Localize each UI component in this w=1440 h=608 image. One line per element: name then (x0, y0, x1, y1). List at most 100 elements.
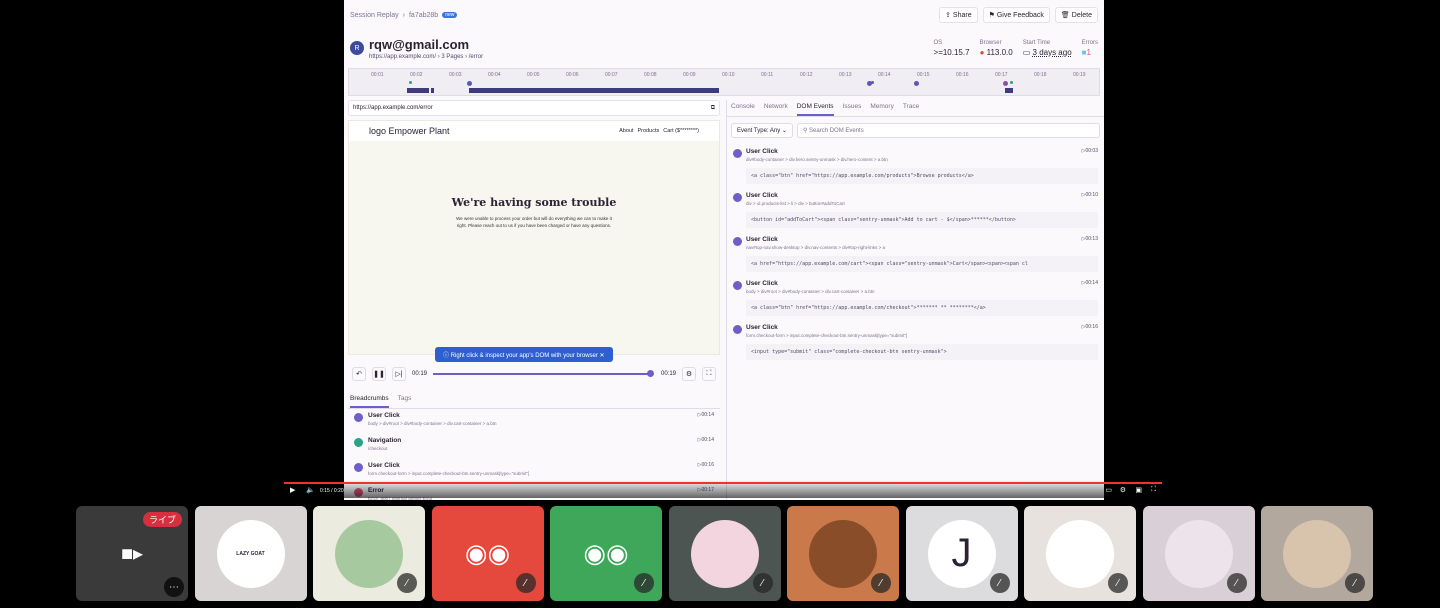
timeline-tick: 00:12 (800, 72, 813, 78)
search-dom-events-input[interactable]: ⚲ Search DOM Events (796, 123, 1100, 138)
participant-tile[interactable]: ◉◉ ⁄ (550, 506, 662, 601)
devtab[interactable]: Memory (870, 103, 893, 116)
food-avatar (809, 519, 877, 588)
event-time[interactable]: ▷00:03 (1082, 148, 1098, 155)
fullscreen-icon[interactable]: ⛶ (702, 367, 716, 381)
rewind-icon[interactable]: ↶ (352, 367, 366, 381)
pause-icon[interactable]: ❚❚ (372, 367, 386, 381)
timeline-tick: 00:15 (917, 72, 930, 78)
devtab[interactable]: Issues (843, 103, 862, 116)
timeline-event[interactable] (914, 81, 919, 86)
replay-url-bar: https://app.example.com/error ⧉ (348, 100, 720, 116)
dom-event[interactable]: User Click ▷00:13 nav#top-nav.show-desktop… (727, 232, 1104, 276)
top-bar: Session Replay › fa7ab28b new ⇪ Share ⚑ G… (344, 0, 1104, 30)
timeline-tick: 00:07 (605, 72, 618, 78)
event-time[interactable]: ▷00:13 (1082, 236, 1098, 243)
event-title: User Click (746, 236, 778, 243)
breadcrumb-item[interactable]: User Click body > div#root > div#body-con… (348, 409, 720, 434)
event-code: <a href="https://app.example.com/cart"><… (746, 256, 1098, 272)
timeline[interactable]: 00:01 00:02 00:03 00:04 00:05 00:06 00:07 00:08… (348, 68, 1100, 96)
participant-tiles: ライブ ■▸ ⋯ LAZY GOAT ⁄ ◉◉ ⁄ ◉◉ ⁄ ⁄ ⁄ J ⁄ ⁄ ⁄ ⁄ (76, 506, 1373, 601)
timeline-event[interactable] (409, 81, 412, 84)
event-selector: div#body-container > div.hero.sentry-unm… (746, 157, 888, 162)
timeline-tick: 00:14 (878, 72, 891, 78)
tab-tags[interactable]: Tags (398, 395, 412, 408)
volume-icon[interactable]: 🔈 (306, 486, 315, 494)
progress-slider[interactable] (433, 370, 654, 377)
close-icon[interactable]: ✕ (600, 353, 605, 359)
event-time-label: 00:10 (1085, 192, 1098, 198)
breadcrumb-item[interactable]: Navigation/checkout ▷00:14 (348, 434, 720, 459)
mouse-avatar (1164, 519, 1233, 588)
participant-tile[interactable]: ⁄ (1261, 506, 1373, 601)
pages-count[interactable]: 3 Pages (441, 54, 463, 60)
timeline-event[interactable] (1010, 81, 1013, 84)
turtle-avatar (335, 519, 403, 588)
browser-label: Browser (979, 39, 1002, 46)
dom-event[interactable]: User Click ▷00:10 div > ul.products-list >… (727, 188, 1104, 232)
participant-tile[interactable]: ⁄ (787, 506, 899, 601)
fullscreen-icon[interactable]: ⛶ (1151, 486, 1156, 494)
settings-icon[interactable]: ⚙ (1120, 486, 1126, 494)
screen-share[interactable]: Session Replay › fa7ab28b new ⇪ Share ⚑ G… (344, 0, 1104, 500)
dom-event[interactable]: User Click ▷00:16 form.checkout-form > inp… (727, 320, 1104, 364)
site-logo: logo Empower Plant (369, 126, 450, 136)
devtab[interactable]: Console (731, 103, 755, 116)
event-code: <input type="submit" class="complete-che… (746, 344, 1098, 360)
devtab[interactable]: Network (764, 103, 788, 116)
dom-event[interactable]: User Click ▷00:03 div#body-container > div… (727, 144, 1104, 188)
crumb-time[interactable]: ▷00:14 (698, 412, 714, 431)
participant-tile[interactable]: ⁄ (668, 506, 781, 601)
participant-tile[interactable]: J ⁄ (905, 506, 1018, 601)
crumb-title: User Click (368, 412, 400, 419)
user-url[interactable]: https://app.example.com/ (369, 54, 436, 60)
os-value: >=10.15.7 (933, 47, 970, 57)
timeline-tick: 00:09 (683, 72, 696, 78)
crumb-time[interactable]: ▷00:16 (698, 462, 714, 481)
video-progress[interactable] (284, 482, 1162, 484)
dom-event[interactable]: User Click ▷00:14 body > div#root > div#bo… (727, 276, 1104, 320)
event-type-label: Event Type: Any (737, 128, 781, 134)
devtab[interactable]: Trace (903, 103, 919, 116)
nav-products: Products (637, 128, 660, 134)
live-badge: ライブ (142, 512, 182, 527)
event-selector: body > div#root > div#body-container > d… (746, 289, 875, 294)
breadcrumb-root[interactable]: Session Replay (350, 12, 399, 19)
participant-tile[interactable]: ⁄ (313, 506, 425, 601)
participant-tile[interactable]: ⁄ (1142, 506, 1255, 601)
event-time[interactable]: ▷00:14 (1082, 280, 1098, 287)
event-icon (354, 413, 363, 422)
crumb-title: User Click (368, 462, 400, 469)
timeline-event[interactable] (467, 81, 472, 86)
replay-viewport[interactable]: logo Empower Plant About Products Cart ($*… (348, 120, 720, 362)
more-icon[interactable]: ⋯ (164, 577, 184, 597)
goat-label: LAZY GOAT (236, 550, 265, 557)
event-type-select[interactable]: Event Type: Any ⌄ (731, 123, 793, 138)
errors-value: 1 (1086, 47, 1091, 57)
captions-icon[interactable]: ▭ (1105, 486, 1112, 494)
participant-tile[interactable]: LAZY GOAT (194, 506, 307, 601)
muted-icon: ⁄ (397, 573, 417, 593)
play-icon[interactable]: ▶ (290, 486, 295, 494)
timeline-event[interactable] (867, 81, 872, 86)
event-time[interactable]: ▷00:16 (1082, 324, 1098, 331)
share-button[interactable]: ⇪ Share (939, 7, 978, 23)
flower-avatar (690, 519, 759, 588)
stream-tile[interactable]: ライブ ■▸ ⋯ (76, 506, 188, 601)
crumb-selector: body > div#root > div#body-container > d… (368, 421, 497, 426)
crumb-time[interactable]: ▷00:14 (698, 437, 714, 456)
tab-breadcrumbs[interactable]: Breadcrumbs (350, 395, 389, 408)
participant-tile[interactable]: ◉◉ ⁄ (431, 506, 544, 601)
devtab[interactable]: DOM Events (796, 103, 834, 116)
event-time[interactable]: ▷00:10 (1082, 192, 1098, 199)
timeline-event[interactable] (1003, 81, 1008, 86)
event-selector: div > ul.products-list > li > div > butt… (746, 201, 845, 206)
skip-icon[interactable]: ▷| (392, 367, 406, 381)
settings-icon[interactable]: ⚙ (682, 367, 696, 381)
feedback-button[interactable]: ⚑ Give Feedback (982, 7, 1050, 23)
participant-tile[interactable]: ⁄ (1024, 506, 1136, 601)
copy-icon[interactable]: ⧉ (711, 105, 715, 111)
delete-button[interactable]: 🗑 Delete (1054, 7, 1098, 23)
cast-icon[interactable]: ▣ (1135, 486, 1142, 494)
event-code: <a class="btn" href="https://app.example… (746, 168, 1098, 184)
